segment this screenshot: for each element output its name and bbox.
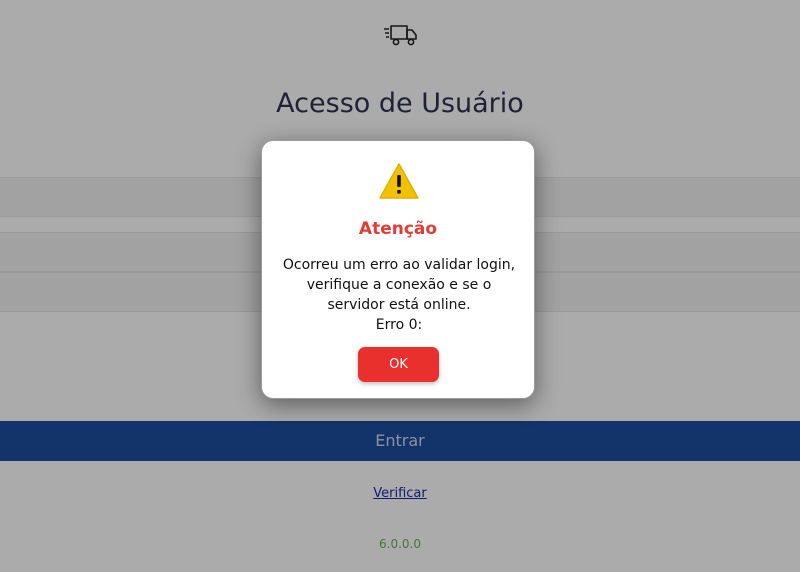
dialog-title: Atenção [358,219,438,239]
dialog-message: Ocorreu um erro ao validar login, verifi… [274,255,524,335]
dialog-message-line: Ocorreu um erro ao validar login, [282,257,516,273]
dialog-message-line: servidor está online. [327,297,471,313]
dialog-message-line: verifique a conexão e se o [306,277,492,293]
warning-icon [379,163,419,199]
dialog-error-code: Erro 0: [375,317,423,333]
ok-button[interactable]: OK [358,347,439,382]
alert-dialog: Atenção Ocorreu um erro ao validar login… [261,140,535,399]
